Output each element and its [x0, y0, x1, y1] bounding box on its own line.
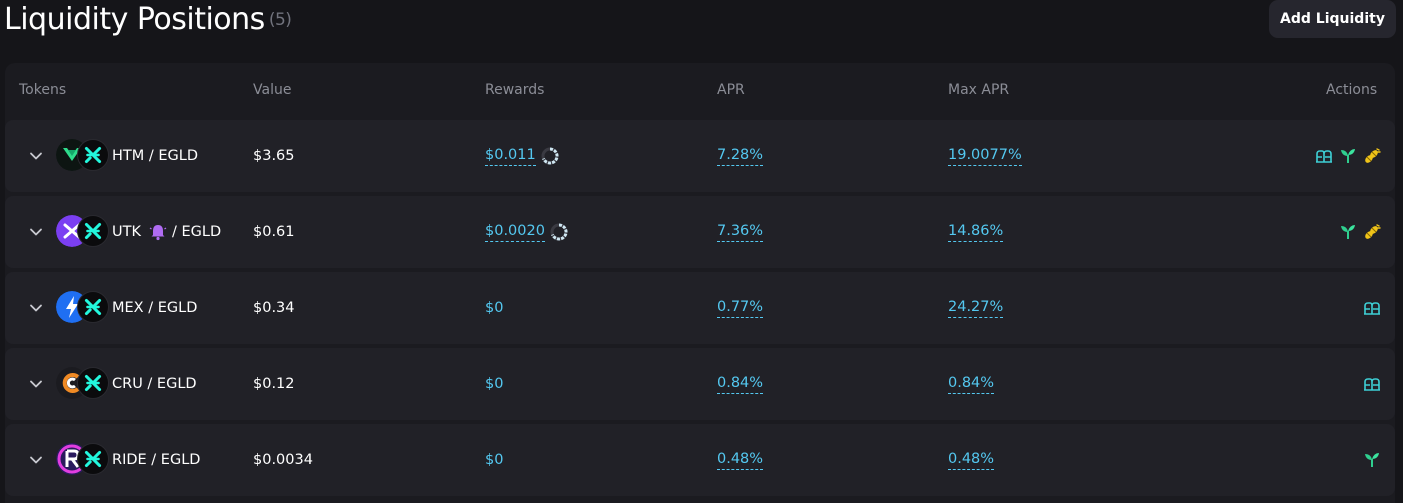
column-header-tokens: Tokens: [19, 82, 67, 98]
token-pair-icons: [56, 139, 112, 173]
rewards-value: $0: [485, 452, 504, 468]
token-pair-icons: [56, 215, 112, 249]
add-liquidity-button[interactable]: Add Liquidity: [1269, 0, 1396, 38]
column-header-value: Value: [253, 82, 292, 98]
column-header-rewards: Rewards: [485, 82, 545, 98]
page-title: Liquidity Positions (5): [4, 2, 292, 37]
title-text: Liquidity Positions: [4, 2, 265, 37]
egld-token-icon: [77, 291, 109, 323]
token-pair-icons: [56, 367, 112, 401]
loading-spinner-icon: [541, 147, 559, 165]
table-row[interactable]: UTK / EGLD $0.61 $0.0020 7.36% 14.86%: [5, 196, 1395, 268]
position-value: $3.65: [253, 148, 295, 164]
chevron-down-icon[interactable]: [27, 375, 45, 393]
rewards-value[interactable]: $0.011: [485, 120, 559, 192]
chevron-down-icon[interactable]: [27, 299, 45, 317]
rewards-value: $0: [485, 300, 504, 316]
row-actions: [1363, 272, 1381, 344]
table-row[interactable]: CRU / EGLD $0.12 $0 0.84% 0.84%: [5, 348, 1395, 420]
farm-icon[interactable]: [1363, 299, 1381, 317]
chevron-down-icon[interactable]: [27, 147, 45, 165]
apr-value[interactable]: 0.48%: [717, 424, 764, 496]
apr-value[interactable]: 0.77%: [717, 272, 764, 344]
row-actions: [1315, 120, 1381, 192]
row-actions: [1363, 424, 1381, 496]
token-pair-icons: [56, 291, 112, 325]
table-row[interactable]: HTM / EGLD $3.65 $0.011 7.28% 19.0077%: [5, 120, 1395, 192]
bell-icon: [149, 225, 167, 241]
token-pair: RIDE / EGLD: [112, 452, 201, 468]
max-apr-value[interactable]: 14.86%: [948, 196, 1004, 268]
apr-value[interactable]: 7.36%: [717, 196, 764, 268]
stake-sprout-icon[interactable]: [1339, 147, 1357, 165]
position-value: $0.34: [253, 300, 295, 316]
row-actions: [1363, 348, 1381, 420]
row-actions: [1339, 196, 1381, 268]
egld-token-icon: [77, 139, 109, 171]
loading-spinner-icon: [550, 223, 568, 241]
chevron-down-icon[interactable]: [27, 223, 45, 241]
table-row[interactable]: MEX / EGLD $0.34 $0 0.77% 24.27%: [5, 272, 1395, 344]
table-row[interactable]: RIDE / EGLD $0.0034 $0 0.48% 0.48%: [5, 424, 1395, 496]
stake-sprout-icon[interactable]: [1363, 451, 1381, 469]
apr-value[interactable]: 7.28%: [717, 120, 764, 192]
position-value: $0.0034: [253, 452, 313, 468]
token-pair: UTK / EGLD: [112, 224, 222, 241]
rewards-value: $0: [485, 376, 504, 392]
boost-icon[interactable]: [1363, 147, 1381, 165]
column-header-max-apr: Max APR: [948, 82, 1010, 98]
column-header-apr: APR: [717, 82, 745, 98]
token-pair: MEX / EGLD: [112, 300, 198, 316]
position-value: $0.61: [253, 224, 295, 240]
token-pair: CRU / EGLD: [112, 376, 197, 392]
max-apr-value[interactable]: 24.27%: [948, 272, 1004, 344]
apr-value[interactable]: 0.84%: [717, 348, 764, 420]
position-value: $0.12: [253, 376, 295, 392]
position-count: (5): [268, 10, 292, 30]
egld-token-icon: [77, 367, 109, 399]
column-header-actions: Actions: [1326, 82, 1378, 98]
token-pair-icons: [56, 443, 112, 477]
rewards-value[interactable]: $0.0020: [485, 196, 568, 268]
farm-icon[interactable]: [1363, 375, 1381, 393]
farm-icon[interactable]: [1315, 147, 1333, 165]
chevron-down-icon[interactable]: [27, 451, 45, 469]
stake-sprout-icon[interactable]: [1339, 223, 1357, 241]
egld-token-icon: [77, 215, 109, 247]
max-apr-value[interactable]: 19.0077%: [948, 120, 1022, 192]
max-apr-value[interactable]: 0.84%: [948, 348, 995, 420]
page-header: Liquidity Positions (5) Add Liquidity: [0, 0, 1403, 40]
max-apr-value[interactable]: 0.48%: [948, 424, 995, 496]
egld-token-icon: [77, 443, 109, 475]
token-pair: HTM / EGLD: [112, 148, 199, 164]
boost-icon[interactable]: [1363, 223, 1381, 241]
